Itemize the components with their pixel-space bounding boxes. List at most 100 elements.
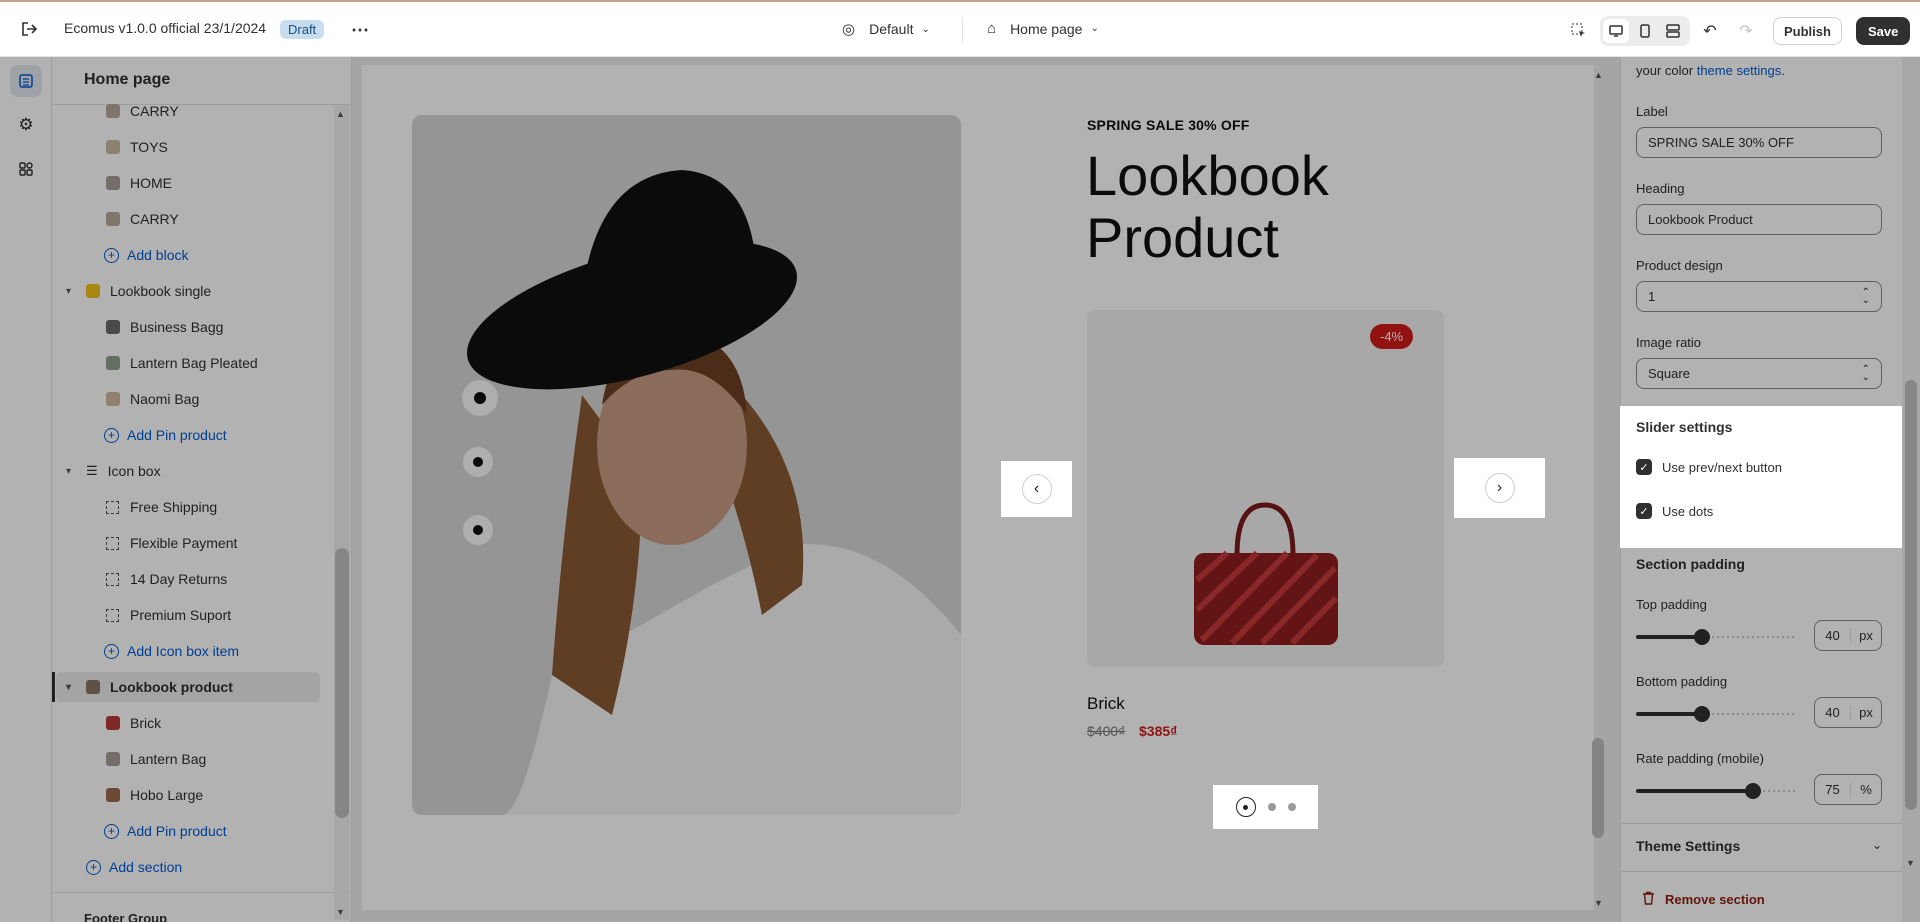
product-name[interactable]: Brick xyxy=(1087,694,1125,714)
chevron-down-icon: ▾ xyxy=(66,681,72,693)
rate-padding-input[interactable]: 75% xyxy=(1814,774,1882,805)
save-button[interactable]: Save xyxy=(1856,17,1911,45)
remove-section-button[interactable]: Remove section xyxy=(1642,891,1765,908)
theme-settings-toggle[interactable]: Theme Settings ⌄ xyxy=(1636,838,1882,854)
block-item[interactable]: Business Bagg xyxy=(106,312,351,342)
plus-circle-icon: + xyxy=(104,247,119,263)
plus-circle-icon: + xyxy=(104,643,119,659)
inspector-icon[interactable] xyxy=(1568,20,1590,42)
scroll-up-icon[interactable]: ▲ xyxy=(336,109,345,119)
price-sale: $385₫ xyxy=(1139,723,1178,739)
bottom-padding-slider[interactable] xyxy=(1636,706,1796,722)
dots-checkbox[interactable]: ✓ xyxy=(1636,503,1652,519)
slider-dot[interactable] xyxy=(1287,803,1296,811)
hotspot-pin[interactable] xyxy=(463,447,493,477)
settings-gear-icon[interactable]: ⚙ xyxy=(10,109,42,141)
scroll-down-icon[interactable]: ▼ xyxy=(1906,858,1915,868)
chevron-down-icon: ▾ xyxy=(66,285,72,297)
redo-icon[interactable]: ↷ xyxy=(1734,19,1758,43)
block-item[interactable]: Hobo Large xyxy=(106,780,351,810)
add-block-button[interactable]: + Add block xyxy=(104,240,351,270)
left-rail: ⚙ xyxy=(0,57,52,922)
scroll-down-icon[interactable]: ▼ xyxy=(336,907,345,917)
bottom-padding-input[interactable]: 40 px xyxy=(1814,697,1882,728)
scroll-up-icon[interactable]: ▲ xyxy=(1594,70,1603,80)
select-arrows-icon: ⌃ ⌄ xyxy=(1861,286,1870,306)
section-item-lookbook-single[interactable]: ▾ Lookbook single xyxy=(66,276,334,306)
settings-intro-text: your color xyxy=(1636,63,1694,78)
heading-input[interactable]: Lookbook Product xyxy=(1636,204,1882,235)
label-input[interactable]: SPRING SALE 30% OFF xyxy=(1636,127,1882,158)
add-pin-product-button[interactable]: + Add Pin product xyxy=(104,816,351,846)
sections-icon[interactable] xyxy=(10,65,42,97)
mobile-icon[interactable] xyxy=(1632,19,1658,43)
fullwidth-icon[interactable] xyxy=(1660,19,1686,43)
block-item[interactable]: 14 Day Returns xyxy=(106,564,351,594)
block-item[interactable]: HOME xyxy=(106,168,351,198)
slider-next-button[interactable]: › xyxy=(1454,458,1545,518)
more-options-icon[interactable]: ⋯ xyxy=(348,18,372,42)
block-item[interactable]: Lantern Bag Pleated xyxy=(106,348,351,378)
slider-handle[interactable] xyxy=(1694,706,1710,722)
page-select-label: Home page xyxy=(1010,20,1083,37)
block-thumbnail-icon xyxy=(106,140,120,154)
canvas-scroll-thumb[interactable] xyxy=(1592,738,1604,838)
hotspot-pin[interactable] xyxy=(462,380,498,416)
exit-icon[interactable] xyxy=(18,18,40,40)
block-item[interactable]: Flexible Payment xyxy=(106,528,351,558)
label-field-label: Label xyxy=(1636,104,1668,119)
top-padding-slider[interactable] xyxy=(1636,629,1796,645)
section-heading: Lookbook Product xyxy=(1086,145,1486,269)
bottom-padding-label: Bottom padding xyxy=(1636,674,1728,689)
scroll-down-icon[interactable]: ▼ xyxy=(1594,898,1603,908)
block-item[interactable]: CARRY xyxy=(106,204,351,234)
block-thumbnail-icon xyxy=(106,104,120,118)
sidebar-heading: Home page xyxy=(84,71,171,88)
image-ratio-select[interactable]: Square ⌃ ⌄ xyxy=(1636,358,1882,389)
dots-checkbox-label: Use dots xyxy=(1662,504,1714,519)
section-heading-line: Lookbook xyxy=(1086,144,1329,207)
add-pin-product-button[interactable]: + Add Pin product xyxy=(104,420,351,450)
block-item[interactable]: Naomi Bag xyxy=(106,384,351,414)
add-section-button[interactable]: + Add section xyxy=(86,852,351,882)
block-item[interactable]: Free Shipping xyxy=(106,492,351,522)
home-icon: ⌂ xyxy=(987,20,997,37)
top-padding-input[interactable]: 40 px xyxy=(1814,620,1882,651)
block-item[interactable]: Premium Suport⊘ xyxy=(106,600,351,630)
publish-button[interactable]: Publish xyxy=(1773,17,1842,45)
section-layout-icon: ☰ xyxy=(86,463,98,478)
desktop-icon[interactable] xyxy=(1603,19,1629,43)
top-padding-label: Top padding xyxy=(1636,597,1707,612)
block-item[interactable]: TOYS xyxy=(106,132,351,162)
section-item-lookbook-product[interactable]: ▾ Lookbook product xyxy=(66,672,334,702)
block-item[interactable]: Lantern Bag xyxy=(106,744,351,774)
page-select[interactable]: ⌂ Home page ⌄ xyxy=(987,20,1099,37)
divider xyxy=(52,892,351,893)
slider-prev-button[interactable]: ‹ xyxy=(1001,461,1072,517)
add-icon-box-item-button[interactable]: + Add Icon box item xyxy=(104,636,351,666)
slider-settings-heading: Slider settings xyxy=(1636,419,1733,435)
theme-title: Ecomus v1.0.0 official 23/1/2024 xyxy=(64,20,267,36)
product-card-image[interactable] xyxy=(1087,310,1444,667)
product-design-select[interactable]: 1 ⌃ ⌄ xyxy=(1636,281,1882,312)
prev-next-checkbox[interactable]: ✓ xyxy=(1636,459,1652,475)
block-thumbnail-icon xyxy=(106,392,120,406)
section-item-icon-box[interactable]: ▾ ☰ Icon box xyxy=(66,456,334,486)
chevron-right-icon: › xyxy=(1484,473,1515,503)
block-item[interactable]: CARRY xyxy=(106,96,351,126)
slider-handle[interactable] xyxy=(1694,629,1710,645)
block-item[interactable]: Brick xyxy=(106,708,351,738)
apps-icon[interactable] xyxy=(10,153,42,185)
theme-settings-link[interactable]: theme settings xyxy=(1697,63,1782,78)
slider-dot[interactable] xyxy=(1267,803,1276,811)
slider-dot-active[interactable] xyxy=(1235,797,1256,817)
chevron-down-icon: ⌄ xyxy=(1090,23,1099,34)
undo-icon[interactable]: ↶ xyxy=(1698,19,1722,43)
rate-padding-slider[interactable] xyxy=(1636,783,1796,799)
dashed-square-icon xyxy=(106,572,119,586)
hotspot-pin[interactable] xyxy=(463,515,493,545)
slider-handle[interactable] xyxy=(1745,783,1761,799)
theme-select[interactable]: ◎ Default ⌄ xyxy=(842,20,930,38)
settings-scroll-thumb[interactable] xyxy=(1905,380,1917,810)
sidebar-scroll-thumb[interactable] xyxy=(335,548,349,818)
